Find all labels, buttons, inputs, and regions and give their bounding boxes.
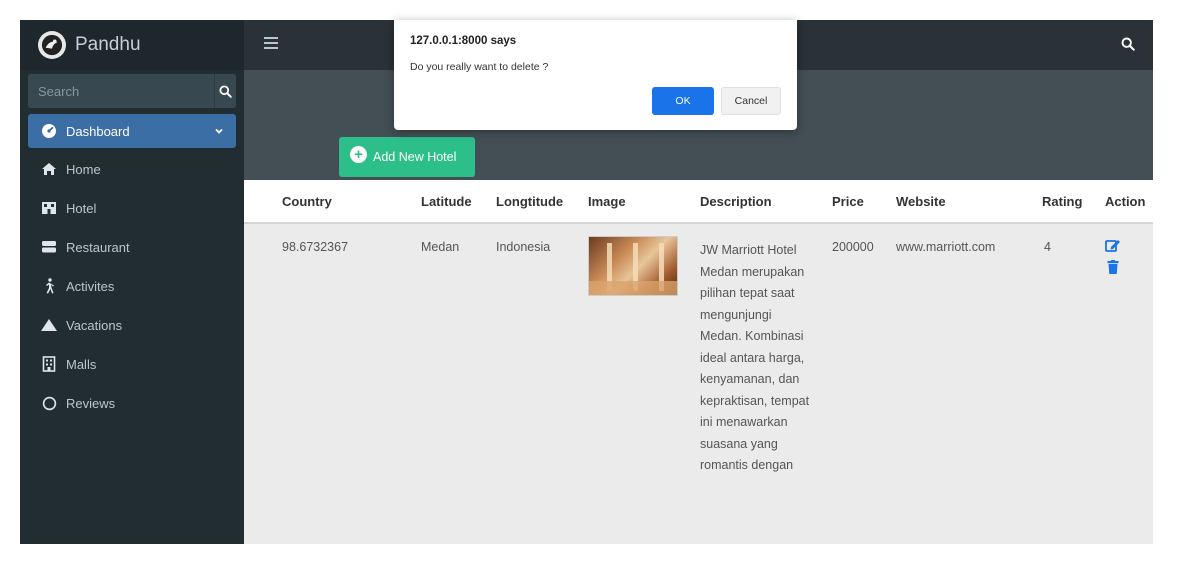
column-header-website: Website (896, 194, 946, 209)
confirm-dialog: 127.0.0.1:8000 says Do you really want t… (394, 20, 797, 130)
sidebar-item-label: Activites (66, 278, 115, 294)
sidebar-item-activites[interactable]: Activites (20, 267, 244, 305)
brand-name: Pandhu (75, 34, 141, 55)
hotel-table: Country Latitude Longtitude Image Descri… (244, 180, 1153, 544)
chevron-down-icon (214, 124, 224, 139)
cell-longitude: Indonesia (496, 240, 551, 254)
sidebar-item-home[interactable]: Home (20, 150, 244, 188)
building-icon (40, 355, 58, 373)
sidebar-item-vacations[interactable]: Vacations (20, 306, 244, 344)
sidebar-item-malls[interactable]: Malls (20, 345, 244, 383)
sidebar-item-label: Malls (66, 356, 97, 372)
hamburger-menu-icon[interactable] (264, 37, 278, 51)
sidebar-item-label: Home (66, 161, 101, 177)
hotel-image (588, 236, 678, 296)
cell-price: 200000 (832, 240, 874, 254)
dashboard-icon (40, 122, 58, 140)
sidebar-item-restaurant[interactable]: Restaurant (20, 228, 244, 266)
column-header-country: Country (282, 194, 332, 209)
sidebar-item-label: Reviews (66, 395, 116, 411)
cell-website: www.marriott.com (896, 240, 996, 254)
ok-button[interactable]: OK (652, 87, 714, 115)
walking-icon (40, 277, 58, 295)
trash-icon[interactable] (1107, 260, 1119, 279)
search-input[interactable] (28, 74, 214, 108)
brand-logo-icon (38, 31, 66, 59)
sidebar: Pandhu Dashboard Home (20, 20, 244, 544)
circle-icon (40, 394, 58, 412)
search-button[interactable] (214, 74, 236, 108)
dialog-message: Do you really want to delete ? (410, 61, 549, 73)
sidebar-item-dashboard[interactable]: Dashboard (28, 114, 236, 148)
edit-icon[interactable] (1105, 238, 1121, 258)
column-header-action: Action (1105, 194, 1146, 209)
cell-description: JW Marriott Hotel Medan merupakan piliha… (700, 243, 810, 472)
dialog-title: 127.0.0.1:8000 says (410, 35, 517, 47)
column-header-longitude: Longtitude (496, 194, 564, 209)
add-new-hotel-label: Add New Hotel (373, 150, 457, 164)
top-search-button[interactable] (1121, 37, 1135, 56)
column-header-latitude: Latitude (421, 194, 472, 209)
column-header-rating: Rating (1042, 194, 1083, 209)
sidebar-item-reviews[interactable]: Reviews (20, 384, 244, 422)
cell-country: 98.6732367 (282, 240, 349, 254)
home-icon (40, 160, 58, 178)
restaurant-icon (40, 238, 58, 256)
cell-latitude: Medan (421, 240, 460, 254)
sidebar-item-label: Vacations (66, 317, 123, 333)
hotel-icon (40, 199, 58, 217)
sidebar-menu: Dashboard Home Hotel Restaurant Activite… (20, 114, 244, 422)
column-header-description: Description (700, 194, 772, 209)
cell-rating: 4 (1044, 240, 1051, 254)
sidebar-item-hotel[interactable]: Hotel (20, 189, 244, 227)
search-icon (219, 84, 232, 98)
search-icon (1121, 37, 1135, 51)
plus-circle-icon: + (350, 145, 367, 163)
cancel-button[interactable]: Cancel (721, 87, 781, 115)
column-header-price: Price (832, 194, 864, 209)
column-header-image: Image (588, 194, 626, 209)
sidebar-item-label: Dashboard (66, 123, 130, 139)
sidebar-item-label: Restaurant (66, 239, 130, 255)
mountain-icon (40, 316, 58, 334)
sidebar-item-label: Hotel (66, 200, 97, 216)
table-header: Country Latitude Longtitude Image Descri… (244, 180, 1153, 224)
add-new-hotel-button[interactable]: + Add New Hotel (339, 137, 475, 177)
brand[interactable]: Pandhu (20, 20, 244, 70)
sidebar-search (28, 74, 236, 108)
